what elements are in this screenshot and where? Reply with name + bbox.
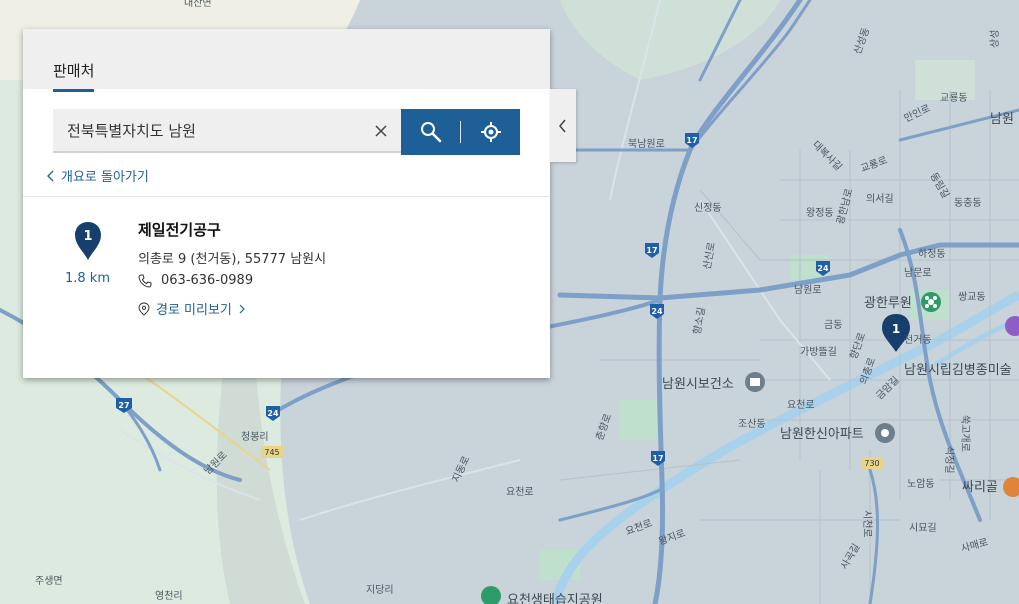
map-label: 청봉리 [241,431,269,443]
result-distance: 1.8 km [65,271,110,286]
map-label: 남원시보건소 [662,377,734,392]
result-name: 제일전기공구 [138,221,221,239]
svg-text:1: 1 [892,322,900,336]
phone-icon [138,274,152,288]
map-label: 신정동 [694,202,722,214]
result-list-item[interactable]: 1 1.8 km 제일전기공구 의총로 9 (천거동), 55777 남원시 0… [23,197,550,327]
map-label: 영천리 [155,590,183,602]
close-icon [375,125,387,137]
map-label: 시묘길 [909,521,937,534]
apartment-icon [875,423,895,443]
map-label: 식정길 [943,446,956,474]
svg-text:17: 17 [652,454,663,463]
hospital-icon [745,372,765,392]
map-label: 천거동 [904,334,932,346]
svg-text:27: 27 [118,401,129,410]
back-to-overview-link[interactable]: 개요로 돌아가기 [47,166,149,185]
map-label: 남원시립김병종미술 [904,363,1012,378]
svg-text:17: 17 [686,136,697,145]
map-label: 동충동 [954,197,982,209]
result-address: 의총로 9 (천거동), 55777 남원시 [138,252,327,267]
svg-text:24: 24 [267,409,279,418]
location-search-input[interactable] [53,109,401,153]
map-label: 남원로 [794,284,822,296]
map-label: 조산동 [738,418,766,430]
svg-text:745: 745 [264,448,279,457]
map-label: 쌍교동 [958,291,986,303]
svg-text:24: 24 [651,307,663,316]
map-label: 요천로 [506,486,534,498]
map-label: 남문로 [904,267,932,279]
tab-dealers[interactable]: 판매처 [53,60,95,92]
park-icon [921,292,941,312]
result-marker: 1 [74,221,102,265]
map-pin-icon: 1 [75,222,101,260]
back-link-label: 개요로 돌아가기 [61,170,149,185]
chevron-right-icon [239,304,245,313]
map-label: 싸리골 [962,480,998,495]
svg-text:1: 1 [83,229,92,244]
store-finder-panel: 판매처 전북특별자치도 남원 개요로 돌아가기 1 1.8 km 제일전기공구 … [23,29,576,378]
map-label: 의서길 [866,192,894,205]
map-label: 주생면 [35,575,63,587]
search-button-group [401,109,520,155]
map-label: 쑥고개로 [959,415,971,452]
route-preview-label: 경로 미리보기 [156,303,232,318]
result-phone: 063-636-0989 [161,273,254,288]
map-label: 대산면 [184,0,212,9]
collapse-panel-button[interactable] [550,89,576,162]
chevron-left-icon [559,119,566,132]
map-label: 노암동 [907,478,935,490]
map-label: 시천로 [861,510,873,538]
map-label: 교룡동 [940,92,968,104]
green-area-south [620,400,660,440]
svg-text:17: 17 [646,246,657,255]
map-label: 지당리 [366,584,394,596]
map-label: 요천생태습지공원 [507,593,603,604]
map-label: 북남원로 [628,138,665,150]
search-row [53,109,521,155]
map-label: 금동 [824,319,842,331]
route-shield-730: 730 [861,457,883,469]
result-phone-row[interactable]: 063-636-0989 [138,273,253,288]
map-label: 남원 [990,112,1014,127]
location-pin-icon [138,301,150,316]
chevron-left-icon [47,170,54,181]
map-label: 왕정동 [806,207,834,219]
map-label: 남원한신아파트 [780,427,864,442]
svg-text:24: 24 [817,264,829,273]
crosshair-location-icon [480,122,501,142]
svg-text:730: 730 [864,459,879,468]
route-shield-745: 745 [261,446,283,458]
map-label: 상성 [989,30,1001,48]
current-location-button[interactable] [461,109,520,155]
clear-search-button[interactable] [371,121,391,141]
map-label: 가방뜰길 [800,345,837,358]
search-button[interactable] [401,109,460,155]
button-separator [460,121,461,143]
panel-header: 판매처 [23,29,550,92]
route-preview-link[interactable]: 경로 미리보기 [138,299,246,318]
search-icon [420,122,441,143]
map-label: 광한루원 [864,296,912,311]
map-label: 요천로 [787,399,815,411]
map-label: 하정동 [918,247,946,260]
